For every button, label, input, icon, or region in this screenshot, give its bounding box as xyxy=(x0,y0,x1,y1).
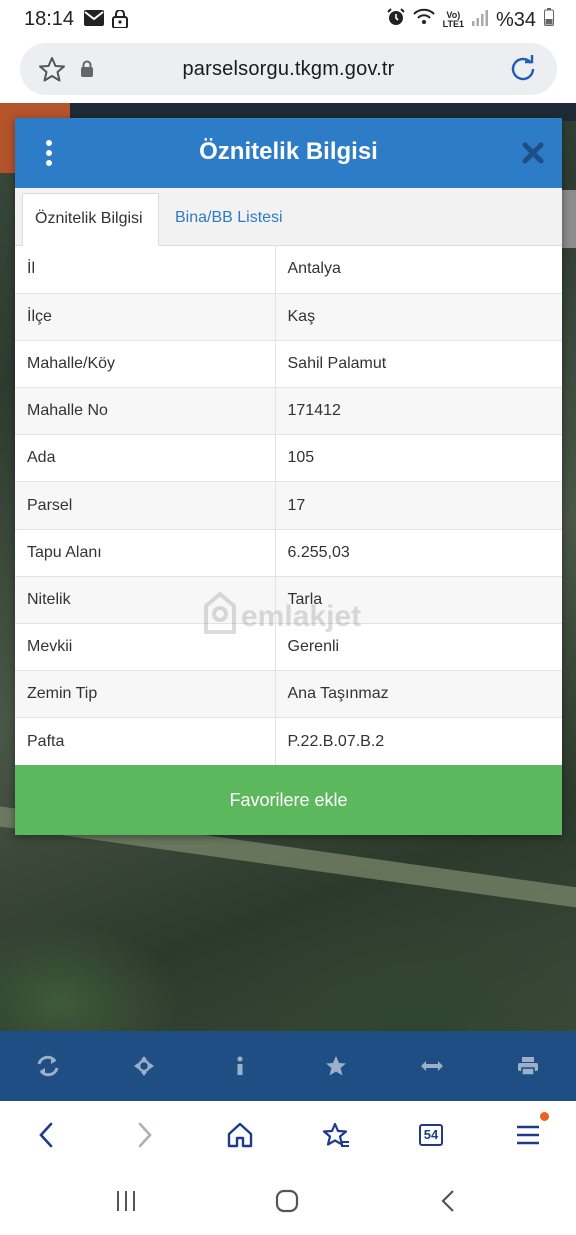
print-icon[interactable] xyxy=(498,1036,558,1096)
row-value: Ana Taşınmaz xyxy=(275,670,562,718)
table-row: İlçe Kaş xyxy=(15,292,562,341)
row-value: 105 xyxy=(275,434,562,482)
info-icon[interactable] xyxy=(210,1036,270,1096)
table-row: İl Antalya xyxy=(15,246,562,294)
network-type-label: Vo) LTE1 xyxy=(442,10,464,29)
mail-icon xyxy=(84,10,104,33)
row-key: Tapu Alanı xyxy=(15,528,276,577)
row-key: İlçe xyxy=(15,292,276,341)
table-row: Mahalle/Köy Sahil Palamut xyxy=(15,339,562,388)
table-row: Pafta P.22.B.07.B.2 xyxy=(15,717,562,766)
row-value: Kaş xyxy=(275,292,562,341)
bookmarks-icon[interactable] xyxy=(318,1117,354,1153)
alarm-icon xyxy=(386,8,405,32)
close-icon[interactable] xyxy=(522,142,544,164)
battery-percent: %34 xyxy=(495,8,536,31)
star-icon[interactable] xyxy=(306,1036,366,1096)
system-back-icon[interactable] xyxy=(428,1185,468,1217)
browser-bottom-nav xyxy=(0,1101,576,1167)
table-row: Ada 105 xyxy=(15,434,562,482)
tab-attribute-info[interactable]: Öznitelik Bilgisi xyxy=(22,193,159,246)
recents-icon[interactable] xyxy=(106,1185,146,1217)
status-bar: 18:14 Vo) LTE1 %34 xyxy=(0,0,576,40)
row-key: İl xyxy=(15,246,276,294)
attribute-info-modal: Öznitelik Bilgisi Öznitelik Bilgisi Bina… xyxy=(15,118,562,835)
measure-icon[interactable] xyxy=(402,1036,462,1096)
modal-title: Öznitelik Bilgisi xyxy=(199,138,378,165)
back-icon[interactable] xyxy=(28,1117,64,1153)
tab-building-list[interactable]: Bina/BB Listesi xyxy=(163,193,295,246)
row-key: Ada xyxy=(15,434,276,482)
watermark-pin-icon xyxy=(203,592,237,642)
watermark-text: emlakjet xyxy=(241,600,362,633)
add-to-favorites-button[interactable]: Favorilere ekle xyxy=(15,765,562,835)
row-key: Parsel xyxy=(15,481,276,530)
row-value: 6.255,03 xyxy=(275,528,562,577)
row-value: Sahil Palamut xyxy=(275,339,562,388)
table-row: Tapu Alanı 6.255,03 xyxy=(15,528,562,577)
modal-tab-bar: Öznitelik Bilgisi Bina/BB Listesi xyxy=(15,188,562,246)
status-time: 18:14 xyxy=(24,8,75,30)
battery-icon xyxy=(544,8,554,32)
system-nav-bar xyxy=(0,1167,576,1235)
row-value: P.22.B.07.B.2 xyxy=(275,717,562,766)
tabs-count-button[interactable]: 54 xyxy=(419,1124,443,1146)
lock-status-icon xyxy=(112,9,128,33)
table-row: Parsel 17 xyxy=(15,481,562,530)
row-key: Pafta xyxy=(15,717,276,766)
attribute-table: İl Antalya İlçe Kaş Mahalle/Köy Sahil Palam… xyxy=(15,246,562,766)
row-value: Antalya xyxy=(287,260,341,278)
reload-icon[interactable] xyxy=(509,55,537,88)
wifi-call-icon xyxy=(412,8,435,32)
map-toolbar xyxy=(0,1031,576,1101)
row-key: Zemin Tip xyxy=(15,670,276,718)
table-row: Mahalle No 171412 xyxy=(15,387,562,435)
row-key: Mahalle/Köy xyxy=(15,339,276,388)
address-bar[interactable]: parselsorgu.tkgm.gov.tr xyxy=(20,43,557,95)
row-key: Mahalle No xyxy=(15,387,276,435)
modal-header: Öznitelik Bilgisi xyxy=(15,118,562,188)
signal-icon xyxy=(471,9,488,32)
row-value: 171412 xyxy=(275,387,562,435)
menu-icon[interactable] xyxy=(510,1117,546,1153)
map-side-handle xyxy=(562,190,576,248)
table-row: Zemin Tip Ana Taşınmaz xyxy=(15,670,562,718)
forward-icon[interactable] xyxy=(127,1117,163,1153)
move-icon[interactable] xyxy=(114,1036,174,1096)
refresh-icon[interactable] xyxy=(18,1036,78,1096)
home-button-icon[interactable] xyxy=(267,1185,307,1217)
notification-dot xyxy=(540,1112,549,1121)
watermark: emlakjet xyxy=(203,592,361,642)
row-value: 17 xyxy=(275,481,562,530)
url-text[interactable]: parselsorgu.tkgm.gov.tr xyxy=(20,58,557,81)
home-icon[interactable] xyxy=(222,1117,258,1153)
